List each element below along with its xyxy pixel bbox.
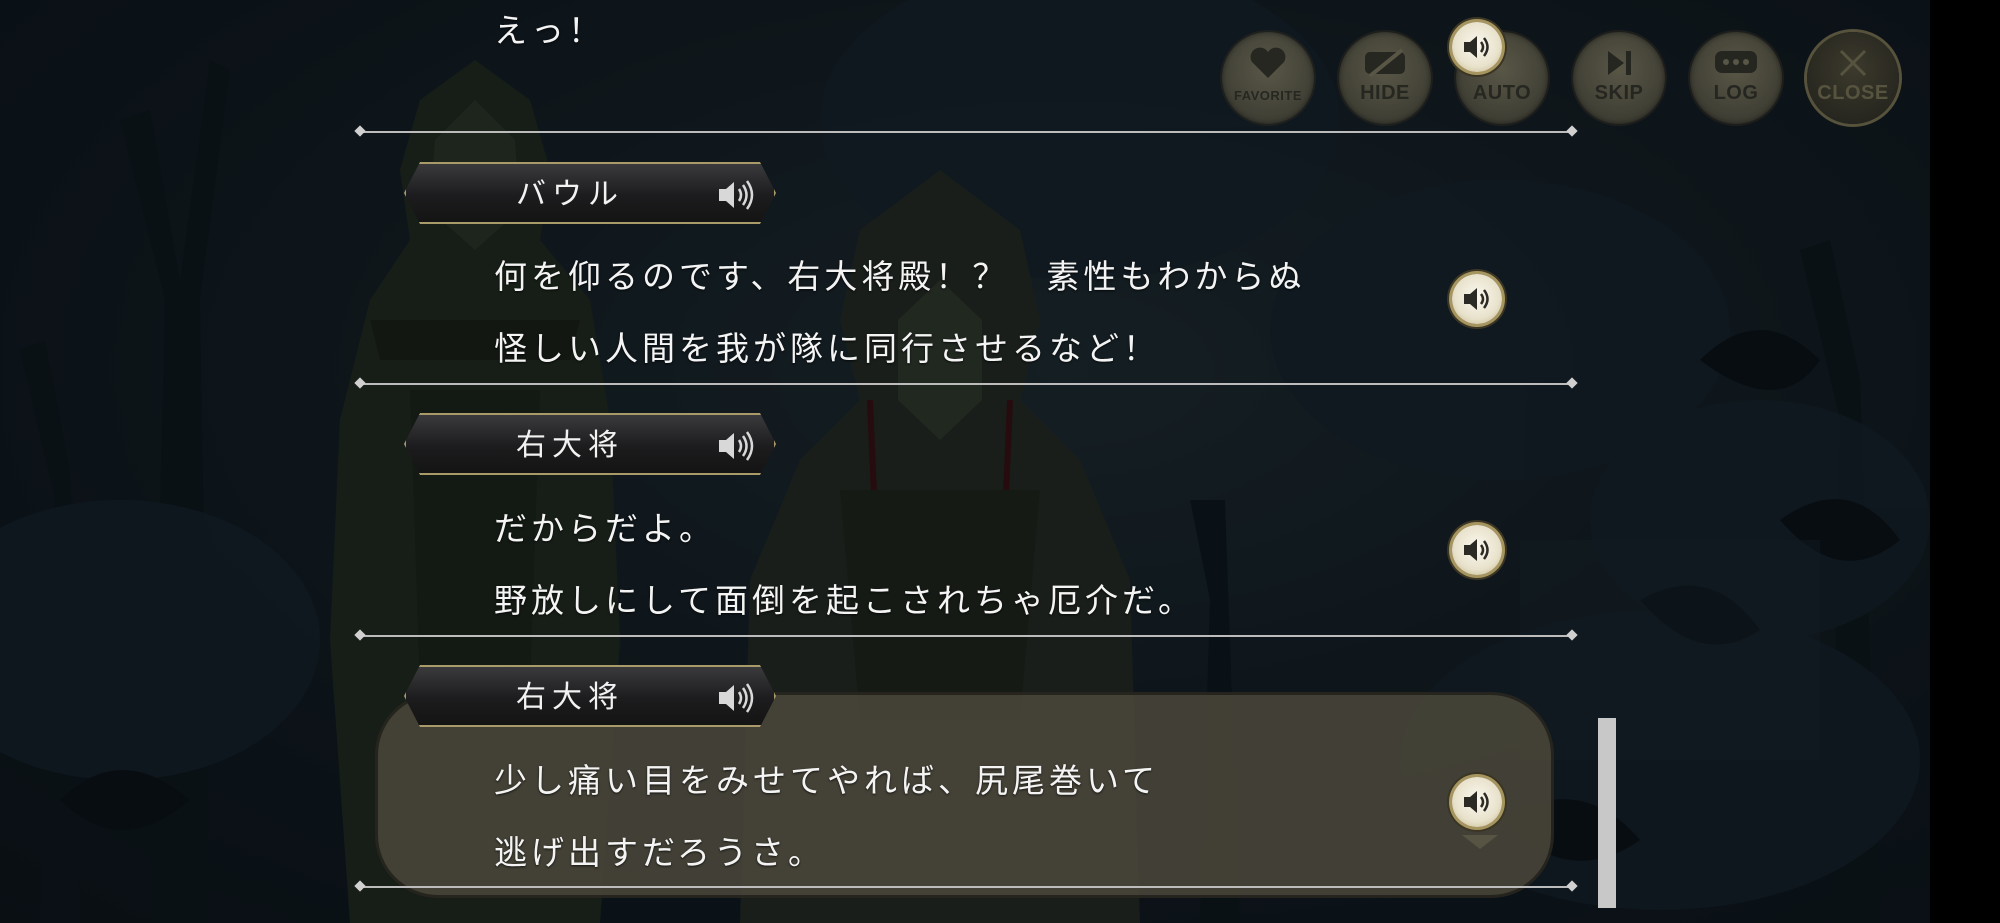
- log-label: LOG: [1713, 82, 1759, 104]
- hide-label: HIDE: [1360, 82, 1410, 104]
- log-button[interactable]: LOG: [1690, 32, 1782, 124]
- log-divider: [360, 635, 1572, 637]
- hide-icon: [1339, 46, 1431, 80]
- log-line: 何を仰るのです、右大将殿！？ 素性もわからぬ: [494, 257, 1306, 296]
- speaker-icon: [1464, 539, 1489, 561]
- heart-icon: [1222, 46, 1314, 80]
- nameplate-voice-button[interactable]: [716, 429, 756, 463]
- speaker-icon: [1464, 36, 1489, 58]
- speaker-icon: [719, 683, 754, 713]
- auto-label: AUTO: [1472, 82, 1532, 104]
- voice-replay-button[interactable]: [1452, 274, 1502, 324]
- log-divider: [360, 131, 1572, 133]
- speaker-name: 右大将: [516, 428, 624, 463]
- skip-icon: [1573, 46, 1665, 80]
- speaker-nameplate: バウル: [404, 162, 776, 224]
- favorite-button[interactable]: FAVORITE: [1222, 32, 1314, 124]
- log-line: えっ！: [494, 11, 605, 50]
- speaker-nameplate: 右大将: [404, 413, 776, 475]
- speaker-icon: [1464, 791, 1489, 813]
- close-label: CLOSE: [1817, 82, 1889, 104]
- advance-indicator-icon: [1462, 835, 1498, 849]
- nameplate-voice-button[interactable]: [716, 681, 756, 715]
- speaker-icon: [719, 431, 754, 461]
- nameplate-voice-button[interactable]: [716, 178, 756, 212]
- right-letterbox: [1930, 0, 2000, 923]
- close-icon: [1807, 46, 1899, 80]
- log-line: 逃げ出すだろうさ。: [494, 833, 826, 872]
- voice-replay-button[interactable]: [1452, 525, 1502, 575]
- log-divider: [360, 383, 1572, 385]
- speaker-nameplate: 右大将: [404, 665, 776, 727]
- log-line: だからだよ。: [494, 509, 716, 548]
- skip-button[interactable]: SKIP: [1573, 32, 1665, 124]
- hide-button[interactable]: HIDE: [1339, 32, 1431, 124]
- chat-bubble-icon: [1690, 46, 1782, 80]
- voice-replay-button[interactable]: [1452, 777, 1502, 827]
- log-divider: [360, 886, 1572, 888]
- close-button[interactable]: CLOSE: [1807, 32, 1899, 124]
- speaker-name: バウル: [516, 177, 624, 212]
- favorite-label: FAVORITE: [1233, 88, 1303, 103]
- log-line: 少し痛い目をみせてやれば、尻尾巻いて: [494, 761, 1160, 800]
- voice-replay-button[interactable]: [1452, 22, 1502, 72]
- speaker-icon: [719, 180, 754, 210]
- log-line: 怪しい人間を我が隊に同行させるなど！: [494, 329, 1160, 368]
- skip-label: SKIP: [1594, 82, 1644, 104]
- log-scrollbar[interactable]: [1598, 718, 1616, 908]
- speaker-name: 右大将: [516, 680, 624, 715]
- speaker-icon: [1464, 288, 1489, 310]
- log-line: 野放しにして面倒を起こされちゃ厄介だ。: [494, 581, 1196, 620]
